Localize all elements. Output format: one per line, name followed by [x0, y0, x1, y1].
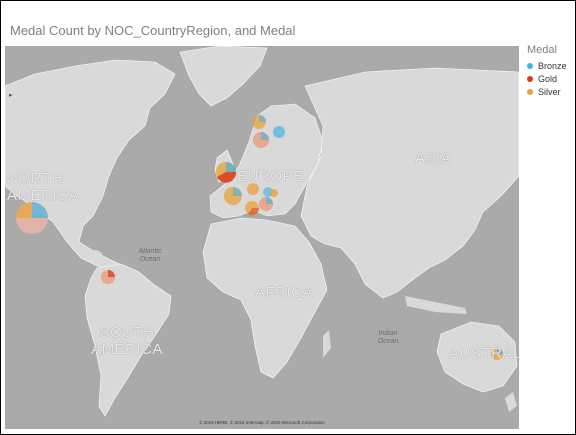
legend-label-gold: Gold	[538, 73, 558, 84]
legend: Medal Bronze Gold Silver	[527, 44, 573, 98]
caribbean-medal-bubble[interactable]	[101, 270, 115, 284]
label-australia: AUSTRALIA	[449, 345, 519, 362]
legend-title: Medal	[527, 44, 557, 56]
sweden-medal-bubble[interactable]	[253, 132, 269, 148]
label-africa: AFRICA	[255, 284, 314, 301]
label-south-america: SOUTH AMERICA	[91, 324, 163, 358]
map-canvas[interactable]: ▸ NORTH AMERICA EUROPE ASIA AFRICA SOUTH…	[5, 46, 519, 429]
label-asia: ASIA	[415, 150, 452, 167]
world-map[interactable]	[5, 46, 519, 429]
visual-frame: Medal Count by NOC_CountryRegion, and Me…	[0, 0, 576, 435]
hungary-bubble-bg	[270, 189, 278, 197]
label-europe: EUROPE	[237, 168, 304, 185]
legend-item-bronze[interactable]: Bronze	[527, 59, 573, 72]
map-toolbar-icon[interactable]: ▸	[9, 91, 13, 99]
legend-item-gold[interactable]: Gold	[527, 72, 573, 85]
silver-dot-icon	[527, 88, 533, 95]
gb-medal-bubble[interactable]	[216, 162, 237, 183]
usa-medal-bubble[interactable]	[16, 202, 48, 234]
legend-label-silver: Silver	[538, 86, 561, 97]
france-medal-bubble[interactable]	[224, 187, 242, 205]
italy-medal-bubble[interactable]	[259, 197, 273, 211]
bronze-dot-icon	[527, 62, 533, 69]
finland-bubble-bg	[273, 126, 285, 138]
label-atlantic-ocean: Atlantic Ocean	[138, 248, 162, 263]
gold-dot-icon	[527, 75, 533, 82]
label-north-america-text: NORTH AMERICA	[7, 170, 79, 204]
finland-medal-bubble[interactable]	[273, 126, 285, 138]
label-indian-ocean: Indian Ocean	[377, 330, 399, 345]
legend-label-bronze: Bronze	[538, 60, 567, 71]
legend-item-silver[interactable]: Silver	[527, 85, 573, 98]
map-copyright: © 2016 HERE, © 2016 Intermap, © 2016 Mic…	[199, 420, 325, 425]
norway-medal-bubble[interactable]	[252, 115, 266, 129]
hungary-medal-bubble[interactable]	[270, 189, 278, 197]
label-north-america: NORTH AMERICA	[7, 170, 87, 204]
visual-title: Medal Count by NOC_CountryRegion, and Me…	[10, 23, 296, 38]
